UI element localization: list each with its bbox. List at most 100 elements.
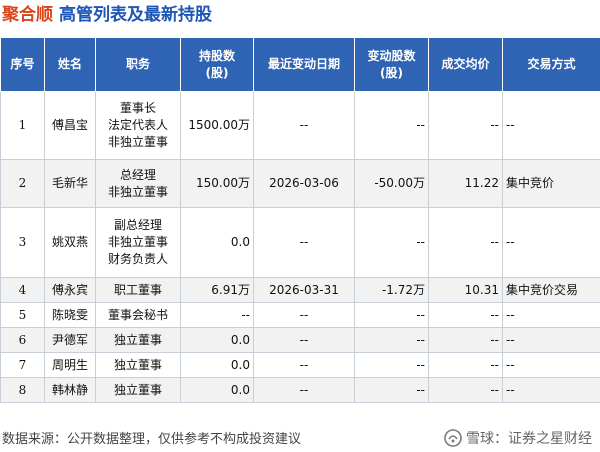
cell-seq: 5 [0,302,45,328]
cell-price: -- [428,377,503,403]
table-body: 1 傅昌宝 董事长 法定代表人 非独立董事 1500.00万 -- -- -- -- 2 毛新华 总经理… [0,91,600,403]
cell-seq: 2 [0,159,45,208]
cell-position: 董事会秘书 [95,302,181,328]
cell-method: -- [502,377,600,403]
cell-name: 傅永宾 [44,277,96,303]
position-line: 独立董事 [113,357,162,372]
cell-change: -1.72万 [354,277,429,303]
cell-date: -- [253,302,355,328]
header-label: 持股数 [198,48,235,63]
table-header-row: 序号 姓名 职务 持股数 (股) 最近变动日期 变动股数 (股) 成交均价 交易方式 [0,37,600,92]
cell-date: -- [253,327,355,353]
table-row: 7 周明生 独立董事 0.0 -- -- -- -- [0,352,600,378]
cell-price: -- [428,352,503,378]
cell-position: 副总经理非独立董事财务负责人 [95,207,181,278]
page-title: 聚合顺 高管列表及最新持股 [2,1,212,29]
cell-shares: 0.0 [180,327,254,353]
header-label: 序号 [10,57,35,71]
cell-position: 独立董事 [95,352,181,378]
cell-name: 尹德军 [44,327,96,353]
cell-change: -- [354,327,429,353]
cell-shares: 150.00万 [180,159,254,208]
position-line: 董事会秘书 [107,307,168,322]
table-row: 3 姚双燕 副总经理 非独立董事 财务负责人 0.0 -- -- -- -- [0,207,600,278]
position-line: 非独立董事 [107,184,168,199]
header-price: 成交均价 [428,37,503,92]
cell-seq: 8 [0,377,45,403]
cell-shares: -- [180,302,254,328]
company-name: 聚合顺 [2,5,53,25]
cell-seq: 7 [0,352,45,378]
header-change: 变动股数 (股) [354,37,429,92]
position-line: 法定代表人 [107,118,168,132]
cell-shares: 0.0 [180,377,254,403]
data-source-note: 数据来源：公开数据整理，仅供参考不构成投资建议 [2,432,302,447]
cell-date: -- [253,91,355,160]
cell-position: 董事长 法定代表人 非独立董事 [95,91,181,160]
table-row: 1 傅昌宝 董事长 法定代表人 非独立董事 1500.00万 -- -- -- -- [0,91,600,160]
cell-method: -- [502,352,600,378]
header-method: 交易方式 [502,37,600,92]
position-line: 董事长 [119,101,156,115]
table-row: 8 韩林静 独立董事 0.0 -- -- -- -- [0,377,600,403]
position-line: 独立董事 [113,382,162,397]
cell-date: 2026-03-31 [253,277,355,303]
cell-name: 陈晓雯 [44,302,96,328]
cell-position: 独立董事 [95,377,181,403]
executive-holdings-table: 序号 姓名 职务 持股数 (股) 最近变动日期 变动股数 (股) 成交均价 交易方式 1 傅昌宝 董事… [0,37,600,403]
brand-watermark: 雪球：证券之星财经 [444,427,592,449]
table-row: 5 陈晓雯 董事会秘书 -- -- -- -- -- [0,302,600,328]
table-subject: 高管列表及最新持股 [59,5,212,25]
cell-name: 傅昌宝 [44,91,96,160]
cell-position: 总经理 非独立董事 [95,159,181,208]
header-seq: 序号 [0,37,45,92]
cell-seq: 6 [0,327,45,353]
table-row: 6 尹德军 独立董事 0.0 -- -- -- -- [0,327,600,353]
cell-shares: 6.91万 [180,277,254,303]
cell-name: 毛新华 [44,159,96,208]
cell-method: -- [502,207,600,278]
position-line: 职工董事 [113,282,162,297]
cell-change: -- [354,302,429,328]
position-line: 副总经理 [113,218,162,232]
cell-shares: 0.0 [180,207,254,278]
header-label: 职务 [125,57,150,71]
cell-name: 姚双燕 [44,207,96,278]
header-label: 变动股数 [367,48,416,63]
cell-price: -- [428,302,503,328]
header-position: 职务 [95,37,181,92]
position-line: 独立董事 [113,332,162,347]
table-row: 4 傅永宾 职工董事 6.91万 2026-03-31 -1.72万 10.31 集中竞价交易 [0,277,600,303]
position-line: 非独立董事 [107,235,168,249]
cell-name: 周明生 [44,352,96,378]
cell-change: -- [354,91,429,160]
cell-price: 10.31 [428,277,503,303]
cell-position: 职工董事 [95,277,181,303]
cell-change: -50.00万 [354,159,429,208]
cell-price: -- [428,91,503,160]
header-date: 最近变动日期 [253,37,355,92]
cell-seq: 3 [0,207,45,278]
cell-shares: 0.0 [180,352,254,378]
header-label: 交易方式 [527,57,576,71]
cell-method: -- [502,327,600,353]
cell-seq: 4 [0,277,45,303]
header-name: 姓名 [44,37,96,92]
header-label: (股) [380,65,403,80]
cell-method: 集中竞价交易 [502,277,600,303]
cell-method: -- [502,302,600,328]
cell-method: -- [502,91,600,160]
cell-method: 集中竞价 [502,159,600,208]
table-row: 2 毛新华 总经理 非独立董事 150.00万 2026-03-06 -50.00万 11.2… [0,159,600,208]
header-label: 姓名 [57,57,82,71]
header-label: 成交均价 [441,57,490,71]
brand-label: 雪球：证券之星财经 [466,431,592,447]
cell-date: -- [253,377,355,403]
cell-date: -- [253,352,355,378]
cell-position: 独立董事 [95,327,181,353]
position-line: 总经理 [119,167,156,182]
cell-price: -- [428,327,503,353]
cell-change: -- [354,352,429,378]
position-line: 财务负责人 [107,252,168,266]
cell-price: -- [428,207,503,278]
